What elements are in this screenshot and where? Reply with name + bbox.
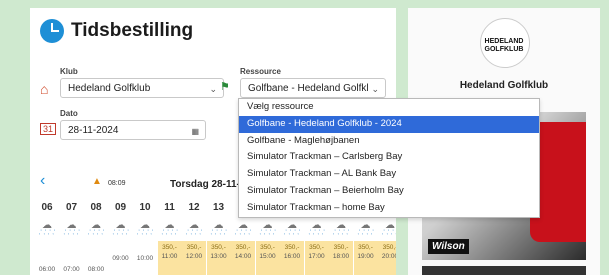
- slot-price: 350,-: [162, 244, 177, 251]
- date-input[interactable]: 28-11-2024 ▦: [60, 120, 206, 140]
- hour-label: 11: [164, 202, 175, 213]
- sunrise-icon: ▲: [92, 176, 102, 187]
- slot-price: 350,-: [284, 244, 300, 251]
- time-slot[interactable]: 350,- 19:00: [353, 241, 378, 275]
- rain-indicator: ,' ,' ,' ,': [332, 230, 350, 236]
- time-slot[interactable]: 06:00: [35, 241, 59, 275]
- rain-indicator: ,' ,' ,' ,': [112, 230, 129, 236]
- hour-label: 13: [212, 202, 225, 213]
- slot-time: 20:00: [381, 253, 396, 260]
- hour-label: 06: [41, 202, 53, 213]
- rain-indicator: ,' ,' ,' ,': [357, 230, 374, 236]
- date-value: 28-11-2024: [68, 125, 119, 136]
- slot-price: 350,-: [382, 244, 396, 251]
- slot-time: 08:00: [87, 266, 105, 273]
- slot-price: 350,-: [358, 244, 373, 251]
- advert-brand: Wilson: [428, 239, 469, 254]
- slot-price: 350,-: [309, 244, 324, 251]
- resource-option[interactable]: Vælg ressource: [239, 99, 539, 116]
- resource-option[interactable]: Simulator Trackman – AL Bank Bay: [239, 166, 539, 183]
- calendar-picker-icon[interactable]: ▦: [191, 122, 199, 139]
- club-label: Klub: [60, 67, 78, 76]
- time-slot[interactable]: 10:00: [133, 241, 157, 275]
- rain-indicator: ,' ,' ,' ,': [308, 230, 325, 236]
- hour-label: 12: [188, 202, 200, 213]
- slot-time: 11:00: [161, 253, 178, 260]
- resource-dropdown-list[interactable]: Vælg ressource Golfbane - Hedeland Golfkl…: [238, 98, 540, 218]
- club-select[interactable]: Hedeland Golfklub ⌄: [60, 78, 224, 98]
- resource-select[interactable]: Golfbane - Hedeland Golfkl ⌄: [240, 78, 386, 98]
- slot-price: 350,-: [333, 244, 349, 251]
- rain-indicator: ,' ,' ,' ,': [283, 230, 301, 236]
- time-slot[interactable]: 09:00: [108, 241, 133, 275]
- club-name: Hedeland Golfklub: [459, 80, 549, 91]
- time-slot[interactable]: 350,- 17:00: [304, 241, 329, 275]
- rain-indicator: ,' ,' ,' ,': [185, 230, 203, 236]
- time-slot[interactable]: 350,- 15:00: [255, 241, 280, 275]
- rain-indicator: ,' ,' ,' ,': [210, 230, 227, 236]
- rain-indicator: ,' ,' ,' ,': [259, 230, 276, 236]
- slot-time: 19:00: [357, 253, 374, 260]
- time-slot[interactable]: 08:00: [84, 241, 108, 275]
- club-logo-text: HEDELAND GOLFKLUB: [484, 38, 524, 53]
- page-title: Tidsbestilling: [71, 20, 194, 41]
- club-value: Hedeland Golfklub: [68, 83, 151, 94]
- slot-time: 12:00: [185, 253, 203, 260]
- slot-time: 18:00: [332, 253, 350, 260]
- resource-option[interactable]: Golfbane - Maglehøjbanen: [239, 133, 539, 150]
- rain-indicator: ,' ,' ,' ,': [136, 230, 154, 236]
- resource-option[interactable]: Simulator Trackman – Beierholm Bay: [239, 183, 539, 200]
- rain-indicator: ,' ,' ,' ,': [234, 230, 252, 236]
- time-slot[interactable]: 350,- 14:00: [231, 241, 255, 275]
- time-slot[interactable]: 350,- 12:00: [182, 241, 206, 275]
- clock-icon: [40, 19, 64, 43]
- slot-price: 350,-: [260, 244, 275, 251]
- slot-price: 350,-: [211, 244, 226, 251]
- slot-time: 15:00: [259, 253, 276, 260]
- hour-label: 09: [114, 202, 127, 213]
- time-slot[interactable]: 350,- 11:00: [157, 241, 182, 275]
- resource-option[interactable]: Simulator Trackman – home Bay: [239, 200, 539, 217]
- calendar-icon: 31: [40, 123, 57, 135]
- rain-indicator: ,' ,' ,' ,': [161, 230, 178, 236]
- resource-option[interactable]: Golfbane - Hedeland Golfklub - 2024: [239, 115, 539, 133]
- slot-time: 14:00: [234, 253, 252, 260]
- hour-label: 07: [65, 202, 78, 213]
- slot-time: 13:00: [210, 253, 227, 260]
- golf-flag-icon: ⚑: [220, 81, 230, 93]
- slot-time: 10:00: [136, 255, 154, 262]
- resource-value: Golfbane - Hedeland Golfkl: [248, 83, 369, 94]
- time-slot[interactable]: 07:00: [59, 241, 84, 275]
- slot-time: 07:00: [63, 266, 80, 273]
- slot-time: 06:00: [38, 266, 56, 273]
- hour-label: 10: [139, 202, 151, 213]
- rain-indicator: ,' ,' ,' ,': [87, 230, 105, 236]
- chevron-down-icon: ⌄: [209, 84, 217, 94]
- time-slot[interactable]: 350,- 13:00: [206, 241, 231, 275]
- slot-time: 09:00: [112, 255, 129, 262]
- chevron-down-icon: ⌄: [371, 84, 379, 94]
- house-icon: ⌂: [40, 81, 49, 97]
- prev-day-button[interactable]: ‹: [40, 172, 45, 190]
- time-slot[interactable]: 350,- 18:00: [329, 241, 353, 275]
- resource-label: Ressource: [240, 67, 281, 76]
- day-label: Torsdag 28-11-2: [170, 179, 246, 190]
- rain-indicator: ,' ,' ,' ,': [38, 230, 56, 236]
- resource-option[interactable]: Simulator Trackman – Carlsberg Bay: [239, 149, 539, 166]
- slot-time: 17:00: [308, 253, 325, 260]
- time-slot[interactable]: 350,- 20:00: [378, 241, 396, 275]
- date-label: Dato: [60, 109, 78, 118]
- rain-indicator: ,' ,' ,' ,': [381, 230, 396, 236]
- advert-image-2[interactable]: [422, 266, 586, 275]
- time-slot[interactable]: 350,- 16:00: [280, 241, 304, 275]
- rain-indicator: ,' ,' ,' ,': [63, 230, 80, 236]
- slot-time: 16:00: [283, 253, 301, 260]
- slot-price: 350,-: [235, 244, 251, 251]
- slot-price: 350,-: [186, 244, 202, 251]
- sunrise-time: 08:09: [108, 180, 126, 187]
- hour-label: 08: [90, 202, 102, 213]
- header: Tidsbestilling: [40, 18, 193, 44]
